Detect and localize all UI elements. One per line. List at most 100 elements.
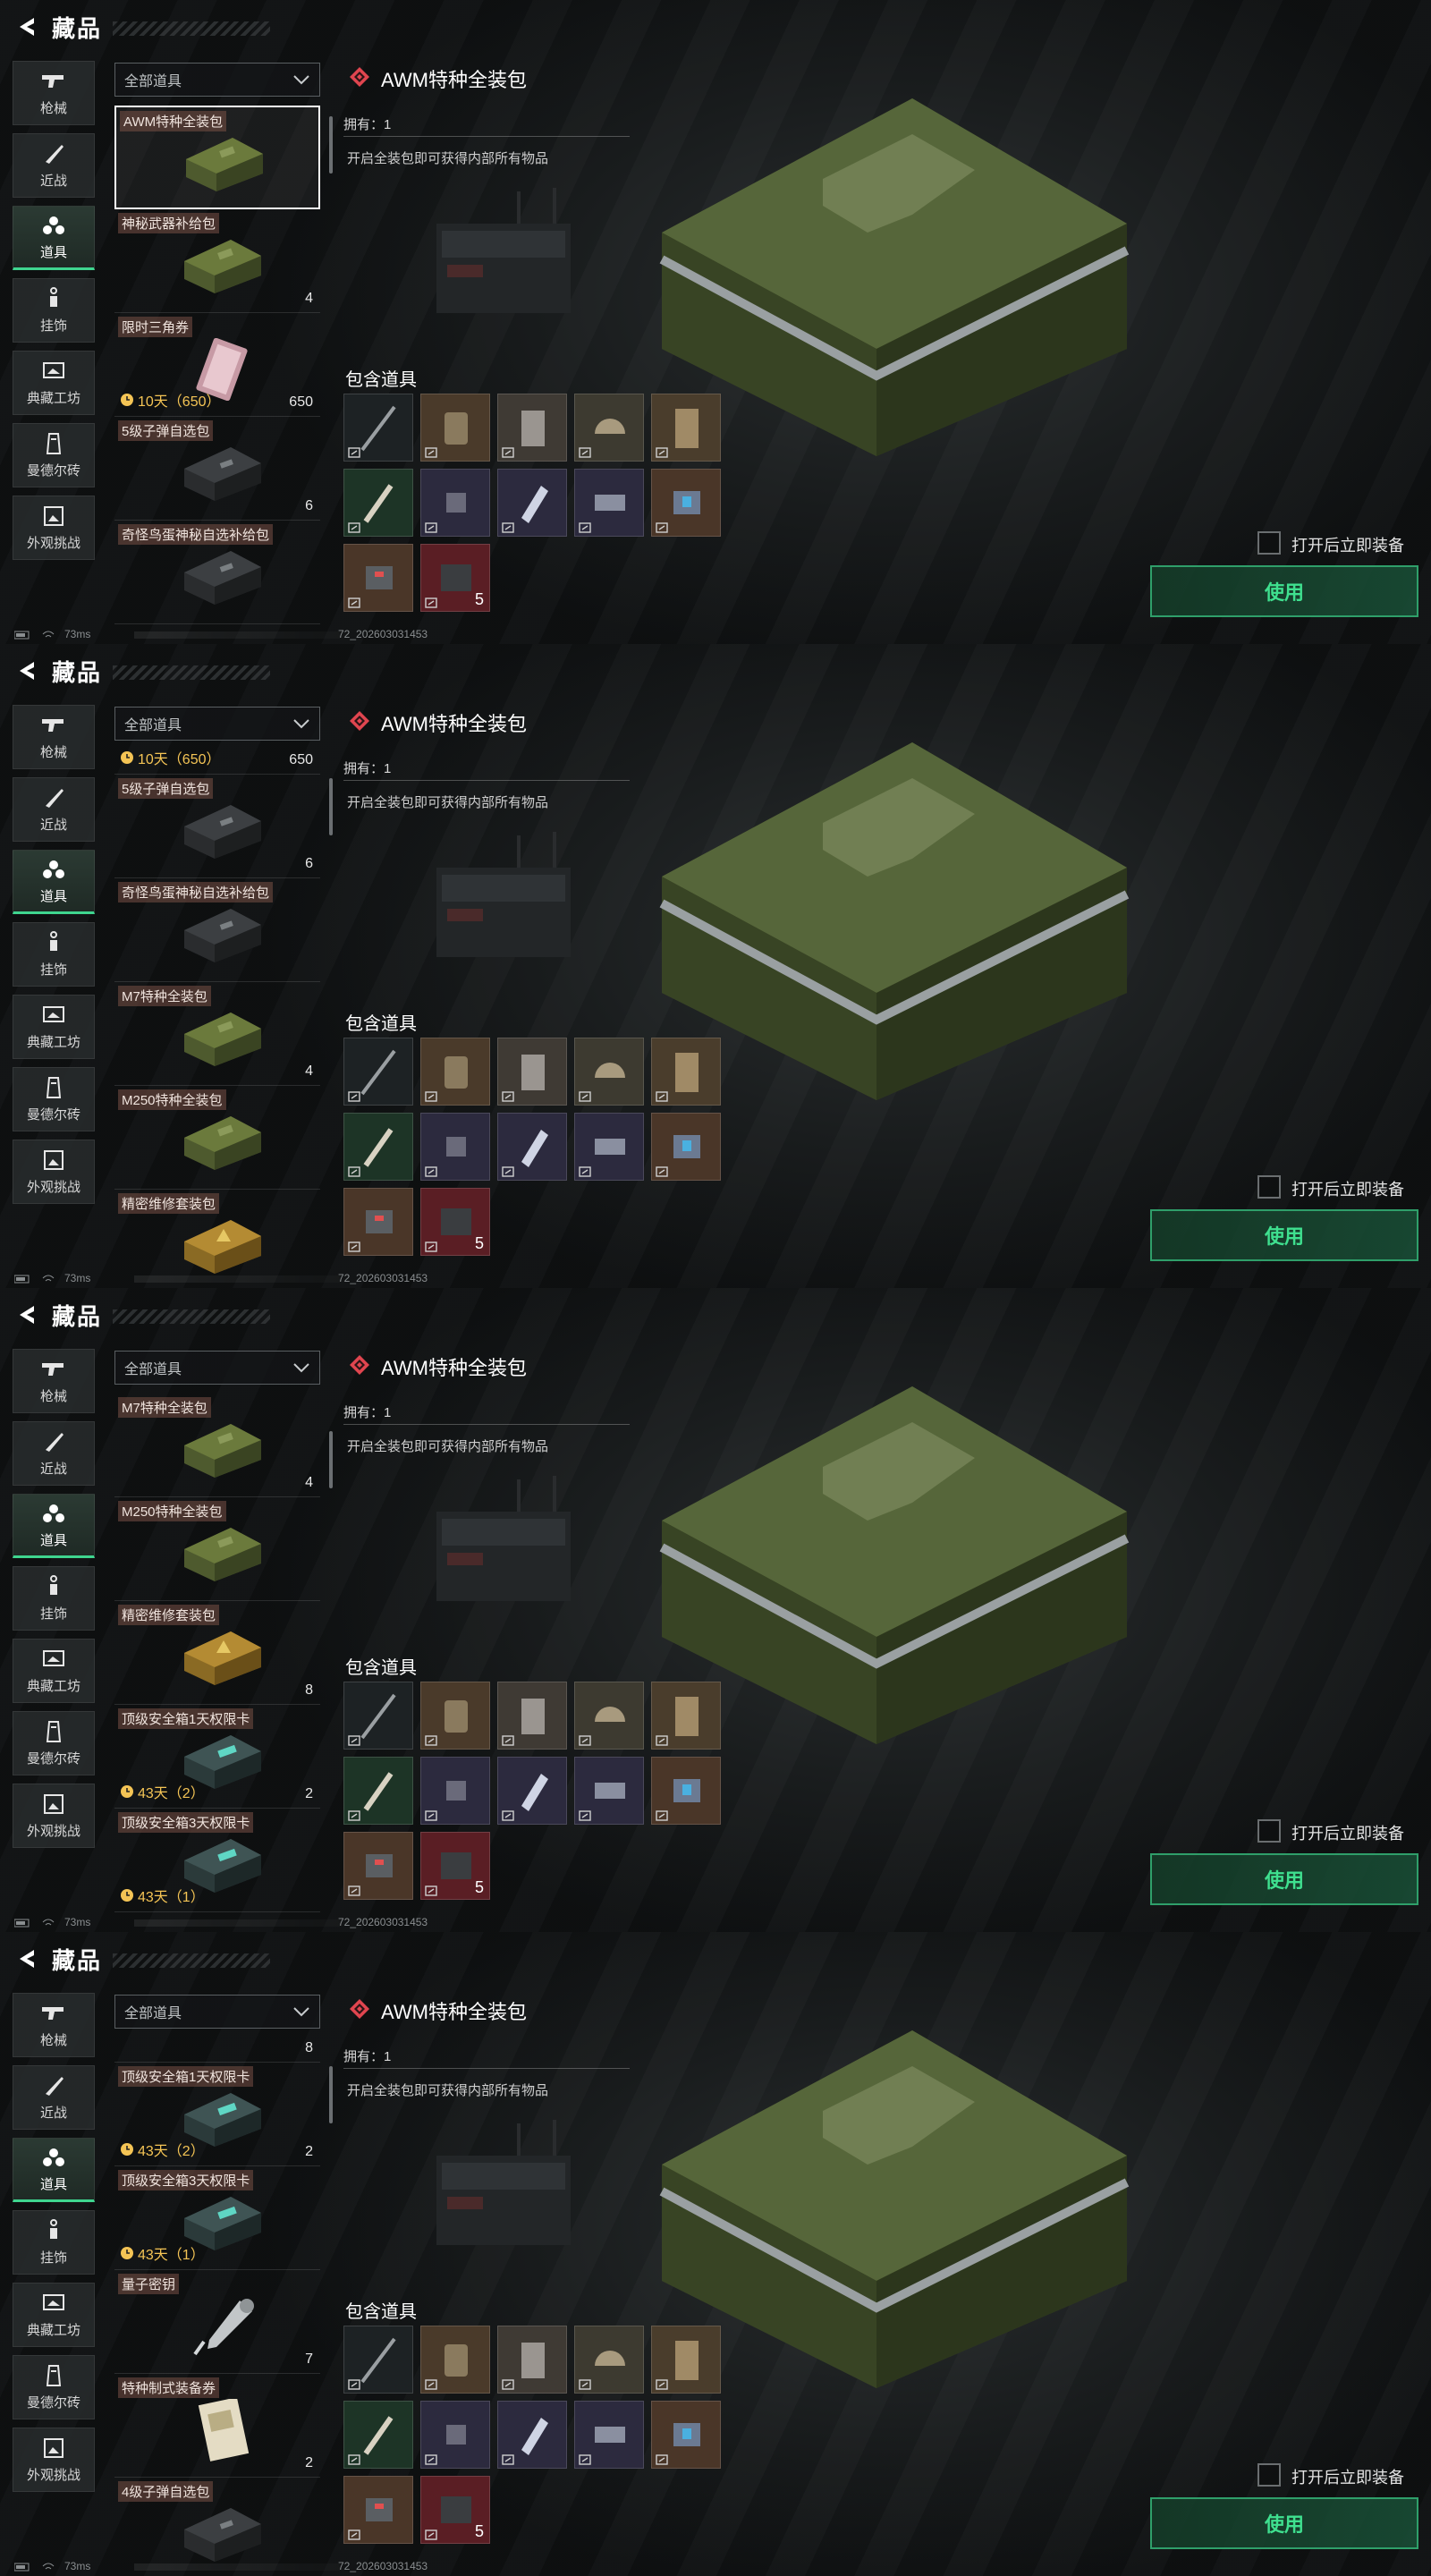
nav-item-workshop[interactable]: 典藏工坊 bbox=[13, 2283, 95, 2347]
list-item[interactable]: 精密维修套装包 8 bbox=[114, 1601, 320, 1705]
contents-item[interactable] bbox=[420, 1757, 490, 1825]
back-arrow-icon[interactable] bbox=[14, 1946, 39, 1971]
contents-item[interactable] bbox=[343, 1113, 413, 1181]
contents-item[interactable] bbox=[420, 2326, 490, 2394]
nav-item-grenade[interactable]: 道具 bbox=[13, 1494, 95, 1558]
filter-dropdown[interactable]: 全部道具 bbox=[114, 63, 320, 97]
nav-item-challenge[interactable]: 外观挑战 bbox=[13, 1784, 95, 1848]
auto-equip-checkbox[interactable] bbox=[1257, 2463, 1281, 2487]
list-item[interactable]: 8 bbox=[114, 2038, 320, 2063]
contents-item[interactable] bbox=[574, 469, 644, 537]
list-item[interactable]: M7特种全装包 4 bbox=[114, 982, 320, 1086]
list-item[interactable]: 4级子弹自选包 bbox=[114, 2478, 320, 2567]
nav-item-gun[interactable]: 枪械 bbox=[13, 705, 95, 769]
nav-item-brick[interactable]: 曼德尔砖 bbox=[13, 2355, 95, 2419]
auto-equip-checkbox[interactable] bbox=[1257, 1819, 1281, 1843]
nav-item-brick[interactable]: 曼德尔砖 bbox=[13, 1067, 95, 1131]
nav-item-grenade[interactable]: 道具 bbox=[13, 2138, 95, 2202]
nav-item-knife[interactable]: 近战 bbox=[13, 2065, 95, 2130]
nav-item-charm[interactable]: 挂饰 bbox=[13, 278, 95, 343]
list-item[interactable]: 神秘武器补给包 4 bbox=[114, 209, 320, 313]
nav-item-brick[interactable]: 曼德尔砖 bbox=[13, 423, 95, 487]
contents-item[interactable] bbox=[651, 1113, 721, 1181]
contents-item[interactable] bbox=[420, 1682, 490, 1750]
list-item[interactable]: 量子密钥 7 bbox=[114, 2270, 320, 2374]
contents-item[interactable] bbox=[420, 1038, 490, 1106]
contents-item[interactable] bbox=[420, 1113, 490, 1181]
nav-item-gun[interactable]: 枪械 bbox=[13, 61, 95, 125]
nav-item-grenade[interactable]: 道具 bbox=[13, 206, 95, 270]
use-button[interactable]: 使用 bbox=[1150, 565, 1418, 617]
contents-item[interactable] bbox=[343, 2476, 413, 2544]
contents-item[interactable] bbox=[651, 2401, 721, 2469]
list-item[interactable]: 10天（650） 650 bbox=[114, 750, 320, 775]
list-item[interactable]: 奇怪鸟蛋神秘自选补给包 bbox=[114, 878, 320, 982]
nav-item-gun[interactable]: 枪械 bbox=[13, 1993, 95, 2057]
contents-item[interactable] bbox=[497, 2401, 567, 2469]
list-item[interactable]: M250特种全装包 bbox=[114, 1086, 320, 1190]
list-item[interactable]: 5级子弹自选包 6 bbox=[114, 775, 320, 878]
filter-dropdown[interactable]: 全部道具 bbox=[114, 707, 320, 741]
list-item[interactable]: 奇怪鸟蛋神秘自选补给包 bbox=[114, 521, 320, 624]
contents-item[interactable] bbox=[574, 2326, 644, 2394]
contents-item[interactable] bbox=[497, 394, 567, 462]
auto-equip-checkbox[interactable] bbox=[1257, 1175, 1281, 1199]
list-item[interactable]: 精密维修套装包 bbox=[114, 1190, 320, 1279]
contents-item[interactable] bbox=[343, 1038, 413, 1106]
contents-item[interactable] bbox=[497, 1682, 567, 1750]
contents-item[interactable] bbox=[343, 394, 413, 462]
list-scrollbar[interactable] bbox=[329, 778, 333, 835]
contents-item[interactable] bbox=[651, 469, 721, 537]
contents-item[interactable] bbox=[497, 1038, 567, 1106]
nav-item-workshop[interactable]: 典藏工坊 bbox=[13, 351, 95, 415]
contents-item[interactable] bbox=[343, 2326, 413, 2394]
contents-item[interactable]: 5 bbox=[420, 544, 490, 612]
nav-item-challenge[interactable]: 外观挑战 bbox=[13, 2428, 95, 2492]
back-arrow-icon[interactable] bbox=[14, 14, 39, 39]
nav-item-charm[interactable]: 挂饰 bbox=[13, 1566, 95, 1631]
list-item[interactable]: AWM特种全装包 bbox=[114, 106, 320, 209]
contents-item[interactable] bbox=[651, 1682, 721, 1750]
list-item[interactable]: 顶级安全箱1天权限卡 43天（2） 2 bbox=[114, 1705, 320, 1809]
contents-item[interactable] bbox=[497, 2326, 567, 2394]
contents-item[interactable] bbox=[574, 1682, 644, 1750]
contents-item[interactable] bbox=[343, 2401, 413, 2469]
nav-item-charm[interactable]: 挂饰 bbox=[13, 922, 95, 987]
contents-item[interactable] bbox=[574, 1038, 644, 1106]
contents-item[interactable] bbox=[420, 394, 490, 462]
contents-item[interactable] bbox=[343, 469, 413, 537]
contents-item[interactable] bbox=[343, 1682, 413, 1750]
contents-item[interactable] bbox=[497, 1113, 567, 1181]
contents-item[interactable] bbox=[651, 1757, 721, 1825]
contents-item[interactable]: 5 bbox=[420, 1188, 490, 1256]
list-item[interactable]: 5级子弹自选包 6 bbox=[114, 417, 320, 521]
nav-item-brick[interactable]: 曼德尔砖 bbox=[13, 1711, 95, 1775]
contents-item[interactable]: 5 bbox=[420, 1832, 490, 1900]
use-button[interactable]: 使用 bbox=[1150, 1853, 1418, 1905]
list-scrollbar[interactable] bbox=[329, 1431, 333, 1488]
filter-dropdown[interactable]: 全部道具 bbox=[114, 1351, 320, 1385]
nav-item-charm[interactable]: 挂饰 bbox=[13, 2210, 95, 2275]
list-item[interactable]: M7特种全装包 4 bbox=[114, 1394, 320, 1497]
use-button[interactable]: 使用 bbox=[1150, 1209, 1418, 1261]
list-item[interactable]: M250特种全装包 bbox=[114, 1497, 320, 1601]
nav-item-knife[interactable]: 近战 bbox=[13, 777, 95, 842]
nav-item-knife[interactable]: 近战 bbox=[13, 1421, 95, 1486]
auto-equip-checkbox[interactable] bbox=[1257, 531, 1281, 555]
contents-item[interactable]: 5 bbox=[420, 2476, 490, 2544]
nav-item-gun[interactable]: 枪械 bbox=[13, 1349, 95, 1413]
contents-item[interactable] bbox=[574, 1113, 644, 1181]
list-item[interactable]: 顶级安全箱3天权限卡 43天（1） bbox=[114, 2166, 320, 2270]
nav-item-workshop[interactable]: 典藏工坊 bbox=[13, 995, 95, 1059]
back-arrow-icon[interactable] bbox=[14, 1302, 39, 1327]
list-scrollbar[interactable] bbox=[329, 2066, 333, 2123]
list-scrollbar[interactable] bbox=[329, 116, 333, 174]
nav-item-grenade[interactable]: 道具 bbox=[13, 850, 95, 914]
list-item[interactable]: 顶级安全箱3天权限卡 43天（1） bbox=[114, 1809, 320, 1912]
contents-item[interactable] bbox=[497, 1757, 567, 1825]
nav-item-workshop[interactable]: 典藏工坊 bbox=[13, 1639, 95, 1703]
nav-item-challenge[interactable]: 外观挑战 bbox=[13, 1140, 95, 1204]
filter-dropdown[interactable]: 全部道具 bbox=[114, 1995, 320, 2029]
contents-item[interactable] bbox=[574, 1757, 644, 1825]
contents-item[interactable] bbox=[343, 544, 413, 612]
